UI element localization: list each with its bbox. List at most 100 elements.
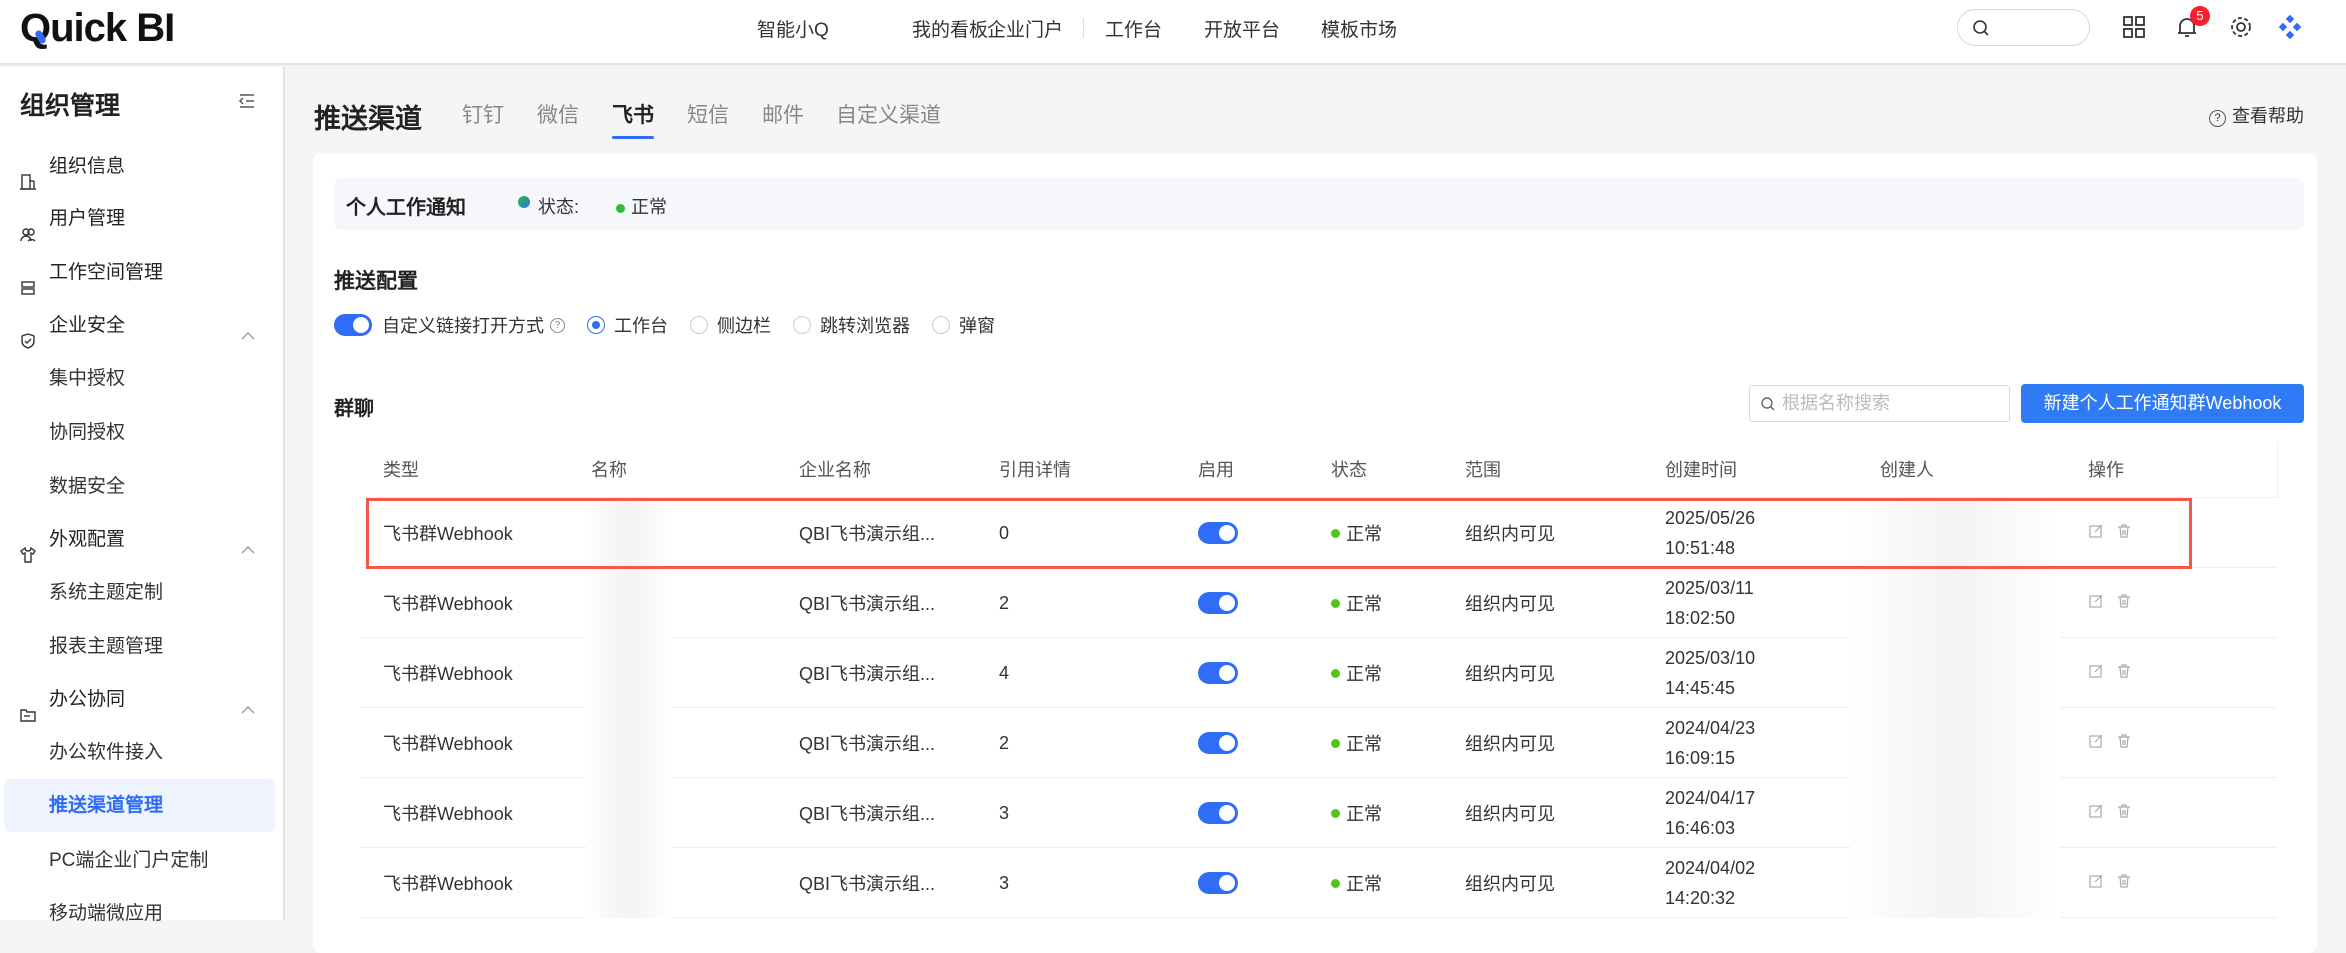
sidebar-item[interactable]: 用户管理: [4, 192, 275, 245]
sidebar-item[interactable]: 办公协同: [4, 673, 275, 726]
company-cell: QBI飞书演示组...: [799, 594, 936, 614]
column-header: 创建人: [1880, 460, 1934, 480]
radio-option[interactable]: 跳转浏览器: [793, 312, 910, 338]
actions-cell: [2088, 848, 2144, 918]
enable-cell[interactable]: [1198, 638, 1238, 708]
tab-item[interactable]: 微信: [537, 99, 579, 129]
sidebar-title: 组织管理: [20, 92, 121, 120]
notification-badge: 5: [2190, 6, 2210, 26]
enable-toggle[interactable]: [1198, 732, 1238, 754]
status-dot: [1331, 598, 1340, 608]
sidebar-item-label: 数据安全: [49, 476, 126, 497]
sidebar-item[interactable]: 外观配置: [4, 513, 275, 566]
enable-cell[interactable]: [1198, 568, 1238, 638]
status-cell: 正常: [1331, 708, 1382, 778]
created-time-cell: 2024/04/17 16:46:03: [1665, 788, 1756, 838]
collapse-sidebar-icon[interactable]: [238, 92, 256, 110]
radio-circle: [793, 316, 811, 334]
enable-toggle[interactable]: [1198, 592, 1238, 614]
sidebar-item[interactable]: 集中授权: [4, 352, 275, 405]
radio-circle: [932, 316, 950, 334]
sidebar-item[interactable]: 组织信息: [4, 140, 275, 193]
edit-icon[interactable]: [2088, 593, 2104, 614]
refs-cell: 3: [999, 802, 1010, 823]
sidebar-item[interactable]: 办公软件接入: [4, 726, 275, 779]
delete-icon[interactable]: [2116, 663, 2132, 684]
sidebar-item[interactable]: 推送渠道管理: [4, 779, 275, 832]
edit-icon[interactable]: [2088, 663, 2104, 684]
users-icon: [20, 210, 36, 242]
sidebar-item-label: 协同授权: [49, 422, 126, 443]
nav-item[interactable]: 模板市场: [1321, 15, 1397, 42]
redacted-name: [586, 848, 671, 918]
edit-icon[interactable]: [2088, 803, 2104, 824]
radio-option[interactable]: 工作台: [587, 312, 668, 338]
help-link[interactable]: ? 查看帮助: [2209, 102, 2304, 128]
nav-item[interactable]: 我的看板: [912, 15, 988, 42]
help-icon: ?: [550, 317, 565, 333]
enable-toggle[interactable]: [1198, 662, 1238, 684]
tab-item[interactable]: 短信: [687, 99, 729, 129]
delete-icon[interactable]: [2116, 873, 2132, 894]
column-header: 企业名称: [799, 460, 871, 480]
enable-cell[interactable]: [1198, 778, 1238, 848]
refs-cell: 2: [999, 592, 1010, 613]
created-time-cell: 2025/03/10 14:45:45: [1665, 648, 1756, 698]
sidebar-item-label: 移动端微应用: [49, 903, 164, 924]
type-cell: 飞书群Webhook: [383, 734, 513, 754]
building-icon: [20, 158, 36, 190]
new-webhook-button[interactable]: 新建个人工作通知群Webhook: [2021, 384, 2304, 423]
edit-icon[interactable]: [2088, 873, 2104, 894]
sidebar-item[interactable]: 工作空间管理: [4, 246, 275, 299]
sidebar-item-label: 企业安全: [49, 315, 126, 336]
sidebar-item[interactable]: 移动端微应用: [4, 887, 275, 940]
sidebar-item-label: PC端企业门户定制: [49, 850, 209, 871]
radio-option[interactable]: 侧边栏: [690, 312, 771, 338]
actions-cell: [2088, 638, 2144, 708]
sidebar-item[interactable]: 报表主题管理: [4, 620, 275, 673]
sidebar-item[interactable]: 系统主题定制: [4, 566, 275, 619]
status-dot: [616, 203, 625, 213]
redacted-name: [586, 778, 671, 848]
delete-icon[interactable]: [2116, 733, 2132, 754]
tab-item[interactable]: 自定义渠道: [836, 99, 941, 129]
sidebar-item[interactable]: 数据安全: [4, 460, 275, 513]
type-cell: 飞书群Webhook: [383, 594, 513, 614]
edit-icon[interactable]: [2088, 733, 2104, 754]
tab-item[interactable]: 钉钉: [462, 99, 504, 129]
enable-cell[interactable]: [1198, 708, 1238, 778]
type-cell: 飞书群Webhook: [383, 664, 513, 684]
enable-toggle[interactable]: [1198, 872, 1238, 894]
nav-item[interactable]: 开放平台: [1204, 15, 1280, 42]
apps-grid-icon[interactable]: [2121, 14, 2147, 40]
sidebar-item-label: 报表主题管理: [49, 636, 164, 657]
table-row: 飞书群Webhook QBI飞书演示组... 2 正常 组织内可见 2025/03/11 1…: [360, 568, 2277, 638]
search-icon: [1761, 397, 1775, 411]
global-search[interactable]: [1957, 9, 2090, 46]
nav-item[interactable]: 企业门户: [987, 15, 1063, 42]
tab-item[interactable]: 飞书: [612, 99, 654, 129]
name-search-input[interactable]: 根据名称搜索: [1749, 385, 2010, 422]
sidebar-item[interactable]: PC端企业门户定制: [4, 834, 275, 887]
delete-icon[interactable]: [2116, 803, 2132, 824]
product-logo-icon[interactable]: [2277, 14, 2303, 40]
scope-cell: 组织内可见: [1465, 874, 1555, 894]
tab-item[interactable]: 邮件: [762, 99, 804, 129]
radio-option[interactable]: 弹窗: [932, 312, 995, 338]
group-chat-title: 群聊: [334, 398, 374, 420]
enable-cell[interactable]: [1198, 848, 1238, 918]
created-time-cell: 2025/03/11 18:02:50: [1665, 578, 1754, 628]
radio-circle: [690, 316, 708, 334]
scope-cell: 组织内可见: [1465, 594, 1555, 614]
nav-item[interactable]: 智能小Q: [757, 15, 829, 42]
custom-link-toggle[interactable]: [334, 314, 372, 336]
delete-icon[interactable]: [2116, 593, 2132, 614]
nav-item[interactable]: 工作台: [1105, 15, 1162, 42]
enable-toggle[interactable]: [1198, 802, 1238, 824]
quick-bi-logo[interactable]: Quick BI: [20, 6, 175, 51]
sidebar-item[interactable]: 企业安全: [4, 299, 275, 352]
company-cell: QBI飞书演示组...: [799, 874, 936, 894]
sidebar-item[interactable]: 协同授权: [4, 406, 275, 459]
gear-icon[interactable]: [2228, 14, 2254, 40]
column-header: 引用详情: [999, 460, 1071, 480]
